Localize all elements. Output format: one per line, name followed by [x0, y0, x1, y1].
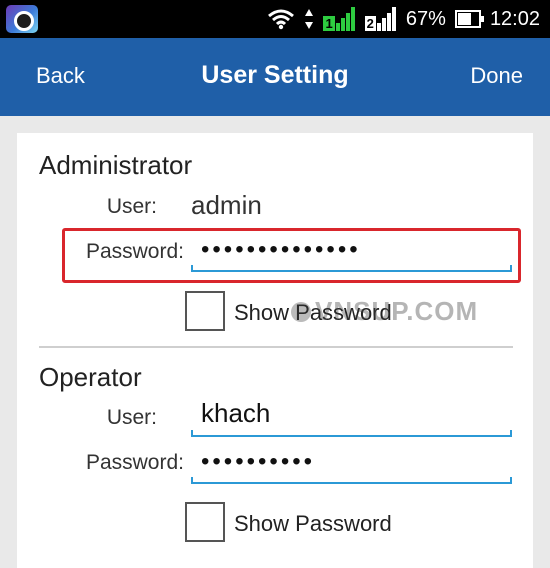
- admin-password-field[interactable]: ••••••••••••••: [191, 228, 512, 274]
- operator-password-field[interactable]: ••••••••••: [191, 440, 512, 486]
- admin-user-value: admin: [191, 190, 262, 220]
- done-button[interactable]: Done: [470, 63, 523, 89]
- operator-user-label: User:: [106, 406, 157, 429]
- data-transfer-icon: [305, 9, 314, 29]
- operator-heading: Operator: [39, 362, 142, 392]
- operator-user-value: khach: [201, 398, 271, 428]
- operator-show-password-label[interactable]: Show Password: [234, 511, 392, 537]
- settings-card: Administrator User: admin Password: ••••…: [17, 133, 533, 568]
- status-bar: 1 2 67% 12:02: [0, 0, 550, 38]
- sim2-signal-icon: 2: [364, 7, 397, 31]
- section-divider: [39, 346, 513, 348]
- watermark: VNSUP.COM: [291, 296, 478, 327]
- operator-user-underline: [191, 430, 512, 437]
- admin-show-password-checkbox[interactable]: [185, 291, 225, 331]
- admin-password-value: ••••••••••••••: [201, 236, 361, 263]
- battery-percent: 67%: [405, 7, 446, 30]
- page-title: User Setting: [201, 61, 349, 89]
- sim2-label: 2: [364, 16, 376, 31]
- admin-password-underline: [191, 265, 512, 272]
- wifi-icon: [267, 8, 295, 30]
- operator-user-field[interactable]: khach: [191, 393, 512, 439]
- status-indicators: 1 2 67% 12:02: [267, 0, 540, 38]
- admin-password-label: Password:: [85, 240, 184, 263]
- sim1-label: 1: [323, 16, 335, 31]
- camera-app-icon: [6, 5, 38, 33]
- watermark-text: VNSUP.COM: [315, 296, 479, 326]
- sim1-signal-icon: 1: [323, 7, 355, 31]
- operator-password-underline: [191, 477, 512, 484]
- operator-show-password-checkbox[interactable]: [185, 502, 225, 542]
- operator-password-value: ••••••••••: [201, 448, 316, 475]
- app-bar: Back User Setting Done: [0, 38, 550, 116]
- battery-level-fill: [457, 13, 471, 25]
- watermark-dot-icon: [291, 302, 311, 322]
- operator-password-label: Password:: [85, 451, 184, 474]
- battery-icon: [454, 10, 484, 28]
- administrator-heading: Administrator: [39, 150, 193, 180]
- admin-user-label: User:: [106, 195, 157, 218]
- clock: 12:02: [489, 7, 540, 30]
